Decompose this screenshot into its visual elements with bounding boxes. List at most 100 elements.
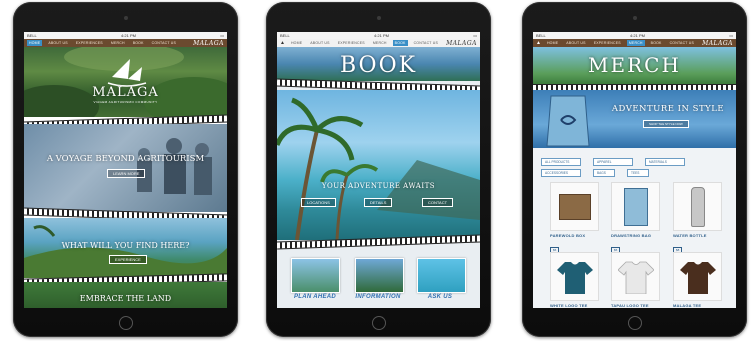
merch-promo: ADVENTURE IN STYLE SHOP THE STYLE NOW (533, 90, 736, 148)
nav-merch[interactable]: MERCH (109, 40, 127, 46)
product-card[interactable]: TAPAU LOGO TEE $2 (611, 252, 660, 308)
brand-logo-text[interactable]: MALAGA (702, 40, 733, 47)
nav-book[interactable]: BOOK (392, 40, 408, 46)
product-image[interactable] (550, 182, 599, 231)
hero-tagline: VIAGEM AGRITURISMO COMMUNITY (93, 100, 158, 104)
product-card[interactable]: PAREWOLD BOX $5 (550, 182, 599, 256)
shop-now-button[interactable]: SHOP THE STYLE NOW (643, 120, 689, 128)
palms-art (277, 97, 480, 241)
product-name[interactable]: PAREWOLD BOX (550, 233, 597, 238)
battery-icon: ▭ (729, 33, 733, 38)
brand-logo-text[interactable]: MALAGA (193, 40, 224, 47)
nav-home[interactable]: HOME (545, 40, 560, 46)
time-label: 4:21 PM (121, 33, 136, 38)
carrier-label: BELL (27, 33, 37, 38)
information-thumb[interactable] (355, 258, 404, 293)
camera-icon (376, 16, 381, 20)
product-name[interactable]: TAPAU LOGO TEE (611, 303, 658, 308)
filter-all[interactable]: ALL PRODUCTS (541, 158, 581, 166)
status-bar: BELL 4:21 PM ▭ (24, 32, 227, 39)
nav-experiences[interactable]: EXPERIENCES (592, 40, 623, 46)
tshirt-icon (679, 261, 716, 294)
product-card[interactable]: MALAGA TEE $2 (673, 252, 722, 308)
filter-materials[interactable]: MATERIALS (645, 158, 685, 166)
plan-ahead-label[interactable]: PLAN AHEAD (285, 294, 345, 300)
locations-button[interactable]: LOCATIONS (301, 198, 336, 207)
experience-button[interactable]: EXPERIENCE (109, 255, 147, 264)
home-screen: BELL 4:21 PM ▭ HOME ABOUT US EXPERIENCES… (24, 32, 227, 308)
plan-ahead-thumb[interactable] (291, 258, 340, 293)
nav-book[interactable]: BOOK (649, 40, 664, 46)
product-image[interactable] (550, 252, 599, 301)
nav-contact[interactable]: CONTACT US (150, 40, 178, 46)
nav-book[interactable]: BOOK (131, 40, 146, 46)
camera-icon (632, 16, 637, 20)
tablet-merch: BELL 4:21 PM ▭ ▲ HOME ABOUT US EXPERIENC… (522, 2, 747, 337)
logo-icon[interactable]: ▲ (280, 40, 285, 46)
nav-home[interactable]: HOME (289, 40, 304, 46)
product-image[interactable] (611, 252, 660, 301)
book-hero: YOUR ADVENTURE AWAITS LOCATIONS DETAILS … (277, 90, 480, 241)
adventure-style-subtitle: ADVENTURE IN STYLE (611, 104, 725, 114)
tshirt-icon (556, 261, 593, 294)
bag-art (546, 95, 590, 147)
product-image[interactable] (611, 182, 660, 231)
product-card[interactable]: WATER BOTTLE $8 (673, 182, 722, 256)
product-card[interactable]: DRAWSTRING BAG $5 (611, 182, 660, 256)
forest-art (24, 43, 227, 129)
ask-us-thumb[interactable] (417, 258, 466, 293)
filter-bar: ALL PRODUCTS APPAREL MATERIALS ACCESSORI… (541, 158, 731, 177)
carrier-label: BELL (536, 33, 546, 38)
status-bar: BELL 4:21 PM ▭ (533, 32, 736, 39)
contact-button[interactable]: CONTACT (422, 198, 454, 207)
nav-about[interactable]: ABOUT US (46, 40, 69, 46)
hero-beach: WHAT WILL YOU FIND HERE? EXPERIENCE (24, 218, 227, 278)
nav-about[interactable]: ABOUT US (564, 40, 587, 46)
details-button[interactable]: DETAILS (364, 198, 393, 207)
nav-merch[interactable]: MERCH (371, 40, 389, 46)
nav-contact[interactable]: CONTACT US (668, 40, 696, 46)
nav-home[interactable]: HOME (27, 40, 43, 46)
top-nav: ▲ HOME ABOUT US EXPERIENCES MERCH BOOK C… (277, 39, 480, 47)
product-name[interactable]: WHITE LOGO TEE (550, 303, 597, 308)
nav-about[interactable]: ABOUT US (308, 40, 331, 46)
filter-bags[interactable]: BAGS (593, 169, 615, 177)
brand-logo-text[interactable]: MALAGA (446, 40, 477, 47)
book-screen: BELL 4:21 PM ▭ ▲ HOME ABOUT US EXPERIENC… (277, 32, 480, 308)
tablet-book: BELL 4:21 PM ▭ ▲ HOME ABOUT US EXPERIENC… (266, 2, 491, 337)
home-button[interactable] (118, 316, 133, 330)
logo-icon[interactable]: ▲ (536, 40, 541, 46)
hero-find-title: WHAT WILL YOU FIND HERE? (61, 241, 190, 250)
home-button[interactable] (627, 316, 642, 330)
time-label: 4:21 PM (374, 33, 389, 38)
merch-title: MERCH (588, 53, 681, 77)
nav-contact[interactable]: CONTACT US (412, 40, 440, 46)
top-nav: HOME ABOUT US EXPERIENCES MERCH BOOK CON… (24, 39, 227, 47)
tablet-home: BELL 4:21 PM ▭ HOME ABOUT US EXPERIENCES… (13, 2, 238, 337)
adventure-subtitle: YOUR ADVENTURE AWAITS (321, 182, 436, 190)
hero-forest: MALAGA VIAGEM AGRITURISMO COMMUNITY (24, 43, 227, 129)
home-button[interactable] (371, 316, 386, 330)
nav-experiences[interactable]: EXPERIENCES (74, 40, 105, 46)
nav-merch[interactable]: MERCH (626, 40, 645, 46)
ask-us-label[interactable]: ASK US (410, 294, 470, 300)
nav-experiences[interactable]: EXPERIENCES (336, 40, 367, 46)
product-name[interactable]: MALAGA TEE (673, 303, 720, 308)
status-bar: BELL 4:21 PM ▭ (277, 32, 480, 39)
hero-embrace-title: EMBRACE THE LAND (79, 294, 172, 303)
learn-more-button[interactable]: LEARN MORE (107, 169, 146, 178)
product-card[interactable]: WHITE LOGO TEE $2 (550, 252, 599, 308)
product-image[interactable] (673, 252, 722, 301)
time-label: 4:21 PM (630, 33, 645, 38)
tshirt-icon (617, 261, 654, 294)
product-name[interactable]: WATER BOTTLE (673, 233, 720, 238)
book-title: BOOK (339, 53, 418, 78)
information-label[interactable]: INFORMATION (348, 294, 408, 300)
filter-accessories[interactable]: ACCESSORIES (541, 169, 581, 177)
filter-apparel[interactable]: APPAREL (593, 158, 633, 166)
merch-banner: MERCH (533, 47, 736, 85)
hero-land: EMBRACE THE LAND (24, 282, 227, 308)
product-name[interactable]: DRAWSTRING BAG (611, 233, 658, 238)
filter-tees[interactable]: TEES (627, 169, 649, 177)
product-image[interactable] (673, 182, 722, 231)
